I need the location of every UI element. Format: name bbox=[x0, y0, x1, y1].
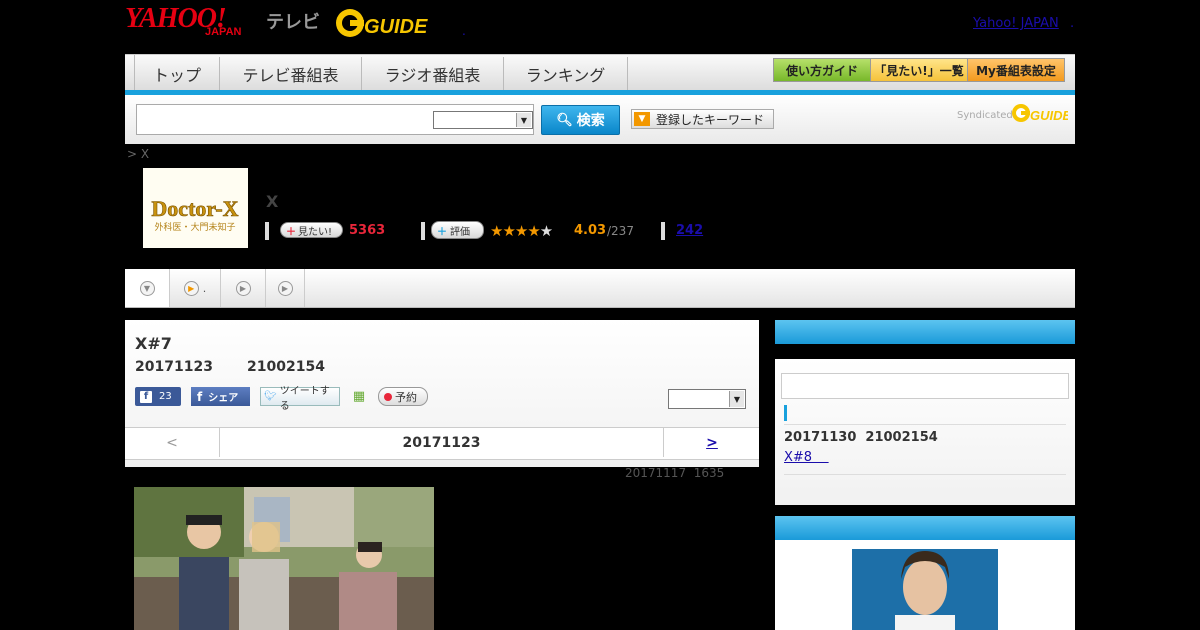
search-category-select[interactable]: ▼ bbox=[433, 111, 533, 129]
sidebar-cast-header bbox=[775, 516, 1075, 540]
sidebar-next-header bbox=[775, 320, 1075, 344]
chevron-down-circle-icon: ▼ bbox=[139, 280, 155, 296]
program-subtabs: ▼ ▶ . ▶ ▶ bbox=[125, 269, 1075, 308]
play-circle-icon: ▶ bbox=[235, 280, 251, 296]
program-thumbnail[interactable]: Doctor-X 外科医・大門未知子 bbox=[143, 168, 248, 248]
facebook-share-button[interactable]: f シェア bbox=[191, 387, 250, 406]
header-link-dot-right[interactable]: . bbox=[1070, 16, 1074, 31]
twitter-icon: 🐦︎ bbox=[264, 391, 277, 402]
nav-tab-radio-listings[interactable]: ラジオ番組表 bbox=[362, 57, 504, 91]
bookmark-icon[interactable]: ▦ bbox=[350, 387, 368, 406]
play-circle-icon: ▶ bbox=[277, 280, 293, 296]
gguide-logo-text: GUIDE bbox=[364, 16, 428, 38]
rate-label: 評価 bbox=[450, 226, 470, 238]
prev-date-button[interactable]: < bbox=[125, 428, 220, 457]
divider bbox=[265, 222, 269, 240]
section-marker bbox=[784, 405, 787, 421]
rating-score: 4.03 bbox=[574, 223, 607, 238]
subtab-2-label: . bbox=[202, 281, 207, 295]
share-label: シェア bbox=[208, 393, 239, 404]
rate-button[interactable]: ＋ 評価 bbox=[431, 221, 484, 239]
tv-logo-text[interactable]: テレビ bbox=[266, 8, 320, 34]
subtab-1[interactable]: ▼ bbox=[125, 269, 170, 307]
tweet-label: ツイートする bbox=[279, 385, 330, 412]
plus-icon: ＋ bbox=[286, 226, 296, 238]
updated-timestamp: 20171117 1635 bbox=[625, 466, 725, 480]
rating-count: /237 bbox=[607, 224, 634, 238]
current-date: 20171123 bbox=[402, 434, 481, 451]
facebook-icon: f bbox=[197, 389, 203, 404]
syndicated-gguide-text: GUIDE bbox=[1030, 108, 1068, 123]
syndicated-label: Syndicated bbox=[957, 110, 1013, 121]
search-button[interactable]: 🔍︎ 検索 bbox=[541, 105, 620, 135]
want-to-watch-list-button[interactable]: 「見たい!」一覧 bbox=[870, 58, 968, 82]
episode-datetime: 20171123 21002154 bbox=[135, 359, 325, 375]
next-episode-datetime: 20171130 21002154 bbox=[784, 430, 938, 445]
nav-tab-ranking[interactable]: ランキング bbox=[504, 57, 628, 91]
gguide-logo[interactable]: GUIDE bbox=[334, 6, 430, 40]
subtab-2[interactable]: ▶ . bbox=[170, 269, 221, 307]
syndicated-gguide-logo: GUIDE bbox=[1012, 102, 1072, 124]
want-to-watch-count: 5363 bbox=[349, 223, 386, 238]
subtab-4[interactable]: ▶ bbox=[266, 269, 305, 307]
thumbnail-title: Doctor-X bbox=[151, 196, 238, 221]
facebook-icon: f bbox=[140, 390, 152, 403]
next-episode-link[interactable]: X#8 bbox=[784, 450, 829, 465]
review-count-link[interactable]: 242 bbox=[676, 223, 703, 238]
tweet-button[interactable]: 🐦︎ ツイートする bbox=[260, 386, 340, 412]
nav-tab-top[interactable]: トップ bbox=[135, 57, 220, 91]
subtab-3[interactable]: ▶ bbox=[221, 269, 266, 307]
triangle-down-icon: ▼ bbox=[634, 112, 650, 126]
yahoo-japan-link[interactable]: Yahoo! JAPAN bbox=[973, 16, 1059, 31]
play-circle-icon: ▶ bbox=[183, 280, 199, 296]
sidebar-next-box bbox=[781, 373, 1069, 399]
divider bbox=[661, 222, 665, 240]
episode-title: X#7 bbox=[135, 334, 172, 353]
reserve-button[interactable]: 予約 bbox=[378, 387, 428, 406]
divider bbox=[421, 222, 425, 240]
chevron-down-icon: ▼ bbox=[729, 391, 744, 407]
want-to-watch-button[interactable]: ＋ 見たい! bbox=[280, 222, 343, 238]
yahoo-japan-logo-text: JAPAN bbox=[205, 26, 242, 38]
facebook-count: 23 bbox=[159, 391, 172, 402]
thumbnail-subtitle: 外科医・大門未知子 bbox=[154, 221, 235, 233]
record-icon bbox=[384, 392, 392, 401]
program-title: X bbox=[266, 192, 279, 211]
search-icon: 🔍︎ bbox=[556, 112, 573, 128]
cast-photo[interactable] bbox=[795, 549, 1055, 630]
rating-stars: ★★★★★ bbox=[490, 222, 553, 240]
star-icons: ★★★★★ bbox=[490, 222, 553, 240]
global-nav: トップ テレビ番組表 ラジオ番組表 ランキング 使い方ガイド 「見たい!」一覧 … bbox=[125, 54, 1075, 91]
nav-tab-tv-listings[interactable]: テレビ番組表 bbox=[220, 57, 362, 91]
registered-keywords-button[interactable]: ▼ 登録したキーワード bbox=[631, 109, 774, 129]
registered-keywords-label: 登録したキーワード bbox=[656, 112, 765, 127]
breadcrumb[interactable]: > X bbox=[127, 147, 149, 161]
want-to-watch-label: 見たい! bbox=[298, 226, 333, 238]
divider bbox=[784, 424, 1066, 425]
reserve-label: 予約 bbox=[395, 390, 417, 404]
facebook-count-button[interactable]: f 23 bbox=[135, 387, 181, 406]
next-date-button[interactable]: > bbox=[663, 428, 760, 457]
episode-select[interactable]: ▼ bbox=[668, 389, 746, 409]
nav-spacer bbox=[125, 55, 135, 91]
divider bbox=[784, 474, 1066, 475]
guide-button[interactable]: 使い方ガイド bbox=[773, 58, 871, 82]
chevron-down-icon: ▼ bbox=[516, 113, 531, 127]
header-link-dot[interactable]: . bbox=[462, 24, 466, 38]
my-listings-settings-button[interactable]: My番組表設定 bbox=[967, 58, 1065, 82]
search-button-label: 検索 bbox=[576, 113, 605, 129]
plus-icon: ＋ bbox=[437, 226, 447, 238]
episode-photo[interactable] bbox=[134, 487, 434, 630]
